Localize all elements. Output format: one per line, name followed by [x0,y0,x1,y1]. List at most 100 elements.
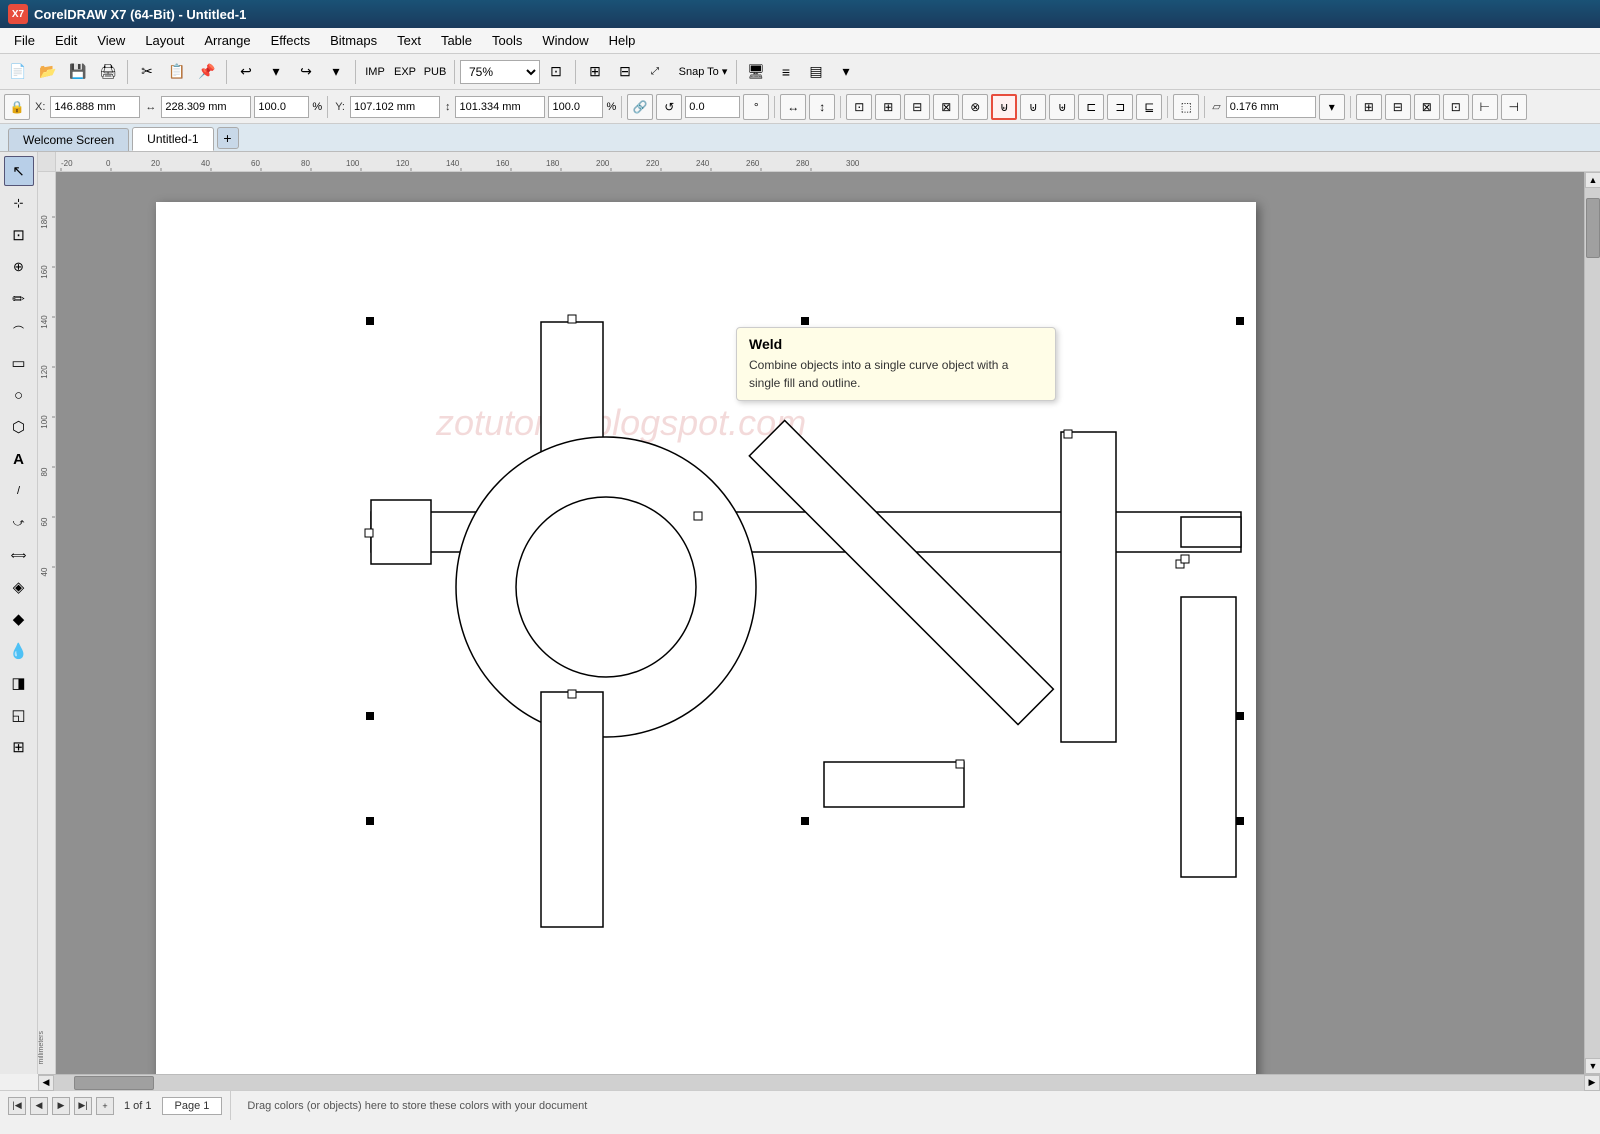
tab-welcome[interactable]: Welcome Screen [8,128,129,151]
lock-ratio-btn[interactable]: 🔗 [627,94,653,120]
menu-arrange[interactable]: Arrange [194,30,260,51]
arrange-btn1[interactable]: ⊡ [846,94,872,120]
first-page-btn[interactable]: |◀ [8,1097,26,1115]
publish-button[interactable]: PUB [421,58,449,86]
menu-help[interactable]: Help [599,30,646,51]
small-horiz-rect[interactable] [824,762,964,807]
open-button[interactable]: 📂 [34,58,62,86]
menu-tools[interactable]: Tools [482,30,532,51]
front-minus-btn[interactable]: ⊐ [1107,94,1133,120]
snap-button[interactable]: ⤢ [641,58,669,86]
guidelines-button[interactable]: ⊟ [611,58,639,86]
crop-tool-btn[interactable]: ⊡ [4,220,34,250]
prev-page-btn[interactable]: ◀ [30,1097,48,1115]
menu-view[interactable]: View [87,30,135,51]
export-button[interactable]: EXP [391,58,419,86]
ellipse-tool-btn[interactable]: ○ [4,380,34,410]
menu-file[interactable]: File [4,30,45,51]
prop-lock-btn[interactable]: 🔒 [4,94,30,120]
new-button[interactable]: 📄 [4,58,32,86]
undo-button[interactable]: ↩ [232,58,260,86]
snap-to-dropdown[interactable]: Snap To ▾ [671,58,731,86]
flip-v-btn[interactable]: ↕ [809,94,835,120]
weld-btn[interactable]: ⊌ [991,94,1017,120]
scroll-left-btn[interactable]: ◀ [38,1075,54,1091]
rotate-btn[interactable]: ↺ [656,94,682,120]
x-input[interactable] [50,96,140,118]
cut-button[interactable]: ✂ [133,58,161,86]
polygon-tool-btn[interactable]: ⬡ [4,412,34,442]
simplify-btn[interactable]: ⊏ [1078,94,1104,120]
intersect-btn[interactable]: ⊎ [1049,94,1075,120]
align-btn4[interactable]: ⊡ [1443,94,1469,120]
next-page-btn[interactable]: ▶ [52,1097,70,1115]
zoom-select[interactable]: 75% 50% 100% 150% 200% [460,60,540,84]
align-btn2[interactable]: ⊟ [1385,94,1411,120]
tab-add-button[interactable]: + [217,127,239,149]
menu-window[interactable]: Window [532,30,598,51]
outline-dropdown[interactable]: ▾ [1319,94,1345,120]
h-input[interactable] [455,96,545,118]
drawing-page[interactable]: zotutorial.blogspot.com × [156,202,1256,1074]
diagonal-rect[interactable] [749,420,1053,724]
zoom-to-fit[interactable]: ⊡ [542,58,570,86]
inner-circle[interactable] [516,497,696,677]
undo-dropdown[interactable]: ▾ [262,58,290,86]
arrange-btn3[interactable]: ⊟ [904,94,930,120]
scroll-thumb-right[interactable] [1586,198,1600,258]
smart-draw-btn[interactable]: ⌒ [4,316,34,346]
print-button[interactable]: 🖨 [94,58,122,86]
view-opts-button[interactable]: ▤ [802,58,830,86]
interactive-fill-btn[interactable]: ◨ [4,668,34,698]
group-btn[interactable]: ⬚ [1173,94,1199,120]
paste-button[interactable]: 📌 [193,58,221,86]
arrange-btn2[interactable]: ⊞ [875,94,901,120]
scroll-thumb-bottom[interactable] [74,1076,154,1090]
scroll-track-bottom[interactable] [54,1075,1584,1090]
view-drop-button[interactable]: ▾ [832,58,860,86]
redo-button[interactable]: ↪ [292,58,320,86]
y-input[interactable] [350,96,440,118]
right-tab[interactable] [1181,517,1241,547]
scale-h-input[interactable] [548,96,603,118]
view-mode-button[interactable]: 🖥 [742,58,770,86]
align-dist-btn[interactable]: ⊞ [1356,94,1382,120]
align-btn3[interactable]: ⊠ [1414,94,1440,120]
menu-table[interactable]: Table [431,30,482,51]
menu-edit[interactable]: Edit [45,30,87,51]
diagonal-rect-group[interactable] [749,420,1053,724]
redo-dropdown[interactable]: ▾ [322,58,350,86]
copy-button[interactable]: 📋 [163,58,191,86]
blend-tool-btn[interactable]: ⟺ [4,540,34,570]
rectangle-tool-btn[interactable]: ▭ [4,348,34,378]
smart-fill-btn[interactable]: ◆ [4,604,34,634]
drawing-canvas[interactable]: × [156,202,1256,1074]
last-page-btn[interactable]: ▶| [74,1097,92,1115]
menu-bitmaps[interactable]: Bitmaps [320,30,387,51]
grid-button[interactable]: ⊞ [581,58,609,86]
scroll-down-btn[interactable]: ▼ [1585,1058,1600,1074]
arrange-btn4[interactable]: ⊠ [933,94,959,120]
shadow-btn[interactable]: ◱ [4,700,34,730]
align-btn5[interactable]: ⊢ [1472,94,1498,120]
scroll-right-btn[interactable]: ▶ [1584,1075,1600,1091]
right-scrollbar[interactable]: ▲ ▼ [1584,172,1600,1074]
w-input[interactable] [161,96,251,118]
dim-tool-btn[interactable]: / [4,476,34,506]
scale-w-input[interactable] [254,96,309,118]
trim-btn[interactable]: ⊍ [1020,94,1046,120]
connector-tool-btn[interactable]: ⤻ [4,508,34,538]
add-page-btn[interactable]: + [96,1097,114,1115]
back-minus-btn[interactable]: ⊑ [1136,94,1162,120]
select-tool-btn[interactable]: ↖ [4,156,34,186]
angle-unit-btn[interactable]: ° [743,94,769,120]
menu-text[interactable]: Text [387,30,431,51]
menu-layout[interactable]: Layout [135,30,194,51]
menu-effects[interactable]: Effects [261,30,321,51]
freehand-tool-btn[interactable]: ✏ [4,284,34,314]
angle-input[interactable] [685,96,740,118]
eyedropper-btn[interactable]: 💧 [4,636,34,666]
left-tab[interactable] [371,500,431,564]
import-button[interactable]: IMP [361,58,389,86]
scroll-up-btn[interactable]: ▲ [1585,172,1600,188]
